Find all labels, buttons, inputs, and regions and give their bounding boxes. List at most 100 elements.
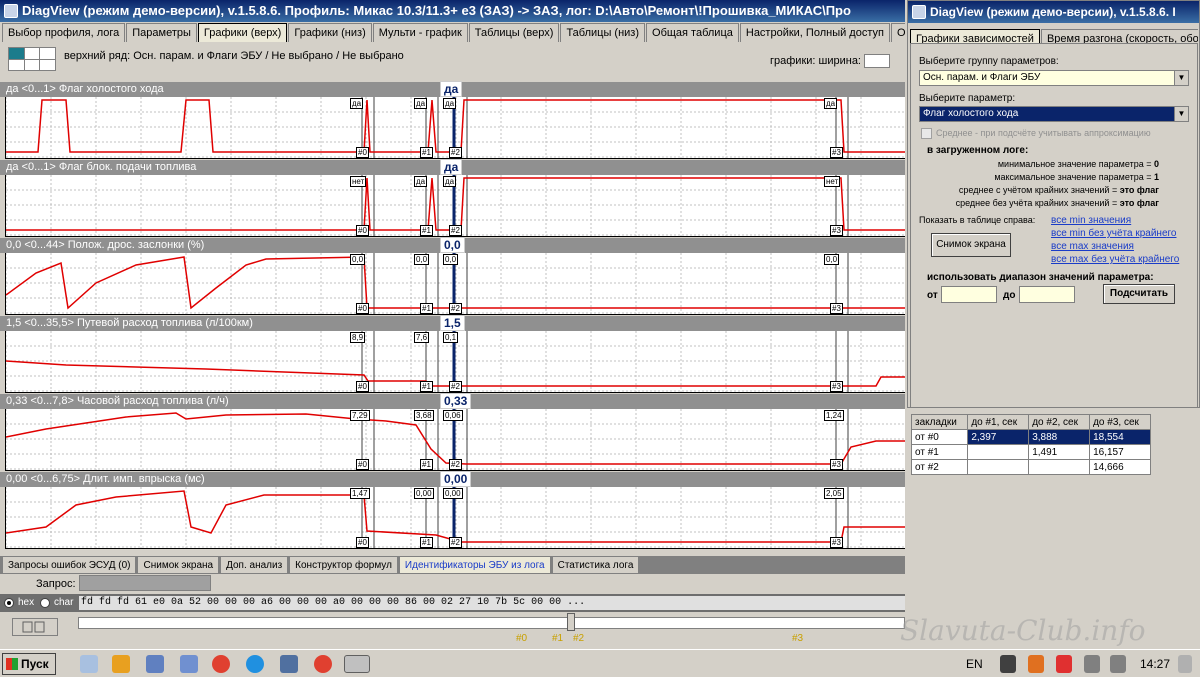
start-button[interactable]: Пуск (2, 653, 56, 675)
table-cell[interactable]: от #0 (910, 429, 969, 445)
timeline-slider[interactable] (78, 617, 905, 629)
param-select[interactable]: Флаг холостого хода ▼ (919, 106, 1189, 122)
volume-icon[interactable] (1110, 655, 1126, 673)
marker-value: 0,00 (414, 488, 434, 499)
table-cell[interactable] (1028, 459, 1091, 475)
language-indicator[interactable]: EN (966, 657, 983, 671)
tray-icon[interactable] (1056, 655, 1072, 673)
table-row[interactable]: от #0 2,397 3,888 18,554 (910, 429, 1151, 445)
group-select[interactable]: Осн. парам. и Флаги ЭБУ ▼ (919, 70, 1189, 86)
tab-4[interactable]: Мульти - график (372, 23, 468, 43)
layout-cell[interactable] (40, 48, 55, 59)
avg1-label: среднее с учётом крайних значений = (958, 185, 1118, 195)
table-header[interactable]: до #1, сек (967, 414, 1030, 430)
table-cell[interactable]: 2,397 (967, 429, 1030, 445)
tray-icon[interactable] (1000, 655, 1016, 673)
layout-cell[interactable] (9, 48, 24, 59)
bottom-tab-4[interactable]: Идентификаторы ЭБУ из лога (398, 556, 551, 573)
copy-button[interactable] (12, 618, 58, 636)
tab-6[interactable]: Таблицы (низ) (560, 23, 646, 43)
bottom-tab-3[interactable]: Конструктор формул (289, 556, 398, 573)
panel-plot[interactable]: 8,9 #0 7,6 #1 0,1 #2 #3 (5, 331, 905, 393)
table-cell[interactable]: 14,666 (1089, 459, 1151, 475)
bottom-tab-0[interactable]: Запросы ошибок ЭСУД (0) (2, 556, 137, 573)
layout-cell[interactable] (24, 59, 40, 70)
marker-label: #1 (420, 381, 433, 392)
app-icon[interactable] (180, 655, 198, 673)
panel-plot[interactable]: 7,29 #0 3,68 #1 0,06 #2 1,24 #3 (5, 409, 905, 471)
layout-cell[interactable] (9, 59, 24, 70)
explorer-icon[interactable] (80, 655, 98, 673)
table-cell[interactable]: от #2 (910, 459, 969, 475)
marker-label: #1 (420, 147, 433, 158)
tab-3[interactable]: Графики (низ) (288, 23, 372, 43)
media-player-icon[interactable] (112, 655, 130, 673)
main-tab-bar: Выбор профиля, лога Параметры Графики (вер… (2, 23, 905, 43)
table-header[interactable]: до #2, сек (1028, 414, 1091, 430)
marker-label: #3 (830, 459, 843, 470)
table-cell[interactable] (967, 444, 1030, 460)
tab-0[interactable]: Выбор профиля, лога (2, 23, 126, 43)
tab-8[interactable]: Настройки, Полный доступ (739, 23, 890, 43)
chrome-icon[interactable] (314, 655, 332, 673)
from-input[interactable] (941, 286, 997, 303)
table-header[interactable]: закладки (910, 414, 969, 430)
range-label: использовать диапазон значений параметра… (927, 272, 1154, 283)
tab-5[interactable]: Таблицы (верх) (468, 23, 560, 43)
link-max-no-edge[interactable]: все max без учёта крайнего (1051, 254, 1179, 265)
snapshot-button[interactable]: Снимок экрана (931, 233, 1011, 257)
graph-panel: 1,5 <0...35,5> Путевой расход топлива (л… (0, 315, 905, 394)
table-cell[interactable]: 1,491 (1028, 444, 1091, 460)
hex-radio[interactable] (4, 598, 14, 608)
layout-cell[interactable] (24, 48, 40, 59)
show-desktop-icon[interactable] (1178, 655, 1192, 673)
request-input[interactable] (79, 575, 211, 591)
skype-icon[interactable] (246, 655, 264, 673)
diagview-task-icon[interactable] (344, 655, 370, 673)
tab-9[interactable]: О (890, 23, 905, 43)
timeline-thumb[interactable] (567, 613, 575, 631)
avg1-value: это флаг (1119, 185, 1159, 195)
bottom-tab-5[interactable]: Статистика лога (551, 556, 640, 573)
layout-grid-selector[interactable] (8, 47, 56, 71)
approx-checkbox[interactable] (921, 128, 932, 139)
panel-plot[interactable]: 1,47 #0 0,00 #1 0,00 #2 2,05 #3 (5, 487, 905, 549)
to-input[interactable] (1019, 286, 1075, 303)
side-content: Выберите группу параметров: Осн. парам. … (910, 43, 1198, 408)
link-min-no-edge[interactable]: все min без учёта крайнего (1051, 228, 1177, 239)
graph-panel: да <0...1> Флаг холостого хода да #0 да #1 да… (0, 81, 905, 160)
panel-plot[interactable]: 0,0 #0 0,0 #1 0,0 #2 0,0 #3 (5, 253, 905, 315)
network-tray-icon[interactable] (1084, 655, 1100, 673)
panel-plot[interactable]: да #0 да #1 да #2 да #3 (5, 97, 905, 159)
table-header[interactable]: до #3, сек (1089, 414, 1151, 430)
panel-plot[interactable]: нет #0 да #1 да #2 нет #3 (5, 175, 905, 237)
table-cell[interactable]: 16,157 (1089, 444, 1151, 460)
network-icon[interactable] (280, 655, 298, 673)
app-icon[interactable] (146, 655, 164, 673)
table-row[interactable]: от #1 1,491 16,157 (910, 444, 1151, 460)
graphs-width-input[interactable] (864, 54, 891, 68)
bottom-tab-1[interactable]: Снимок экрана (137, 556, 220, 573)
marker-value: 0,0 (414, 254, 430, 265)
link-all-min[interactable]: все min значения (1051, 215, 1131, 226)
side-title-bar[interactable]: DiagView (режим демо-версии), v.1.5.8.6.… (908, 1, 1199, 23)
current-value: да (440, 81, 463, 97)
layout-cell[interactable] (40, 59, 55, 70)
table-row[interactable]: от #2 14,666 (910, 459, 1151, 475)
table-cell[interactable]: 18,554 (1089, 429, 1151, 445)
tab-1[interactable]: Параметры (126, 23, 197, 43)
char-radio[interactable] (40, 598, 50, 608)
link-all-max[interactable]: все max значения (1051, 241, 1134, 252)
marker-label: #3 (830, 225, 843, 236)
main-title-bar[interactable]: DiagView (режим демо-версии), v.1.5.8.6.… (0, 0, 905, 22)
tray-icon[interactable] (1028, 655, 1044, 673)
table-cell[interactable]: 3,888 (1028, 429, 1091, 445)
graphs-width-label: графики: ширина: (770, 54, 861, 67)
table-cell[interactable] (967, 459, 1030, 475)
table-cell[interactable]: от #1 (910, 444, 969, 460)
calc-button[interactable]: Подсчитать (1103, 284, 1175, 304)
tab-7[interactable]: Общая таблица (646, 23, 739, 43)
tab-2[interactable]: Графики (верх) (197, 23, 288, 43)
bottom-tab-2[interactable]: Доп. анализ (220, 556, 289, 573)
chrome-icon[interactable] (212, 655, 230, 673)
